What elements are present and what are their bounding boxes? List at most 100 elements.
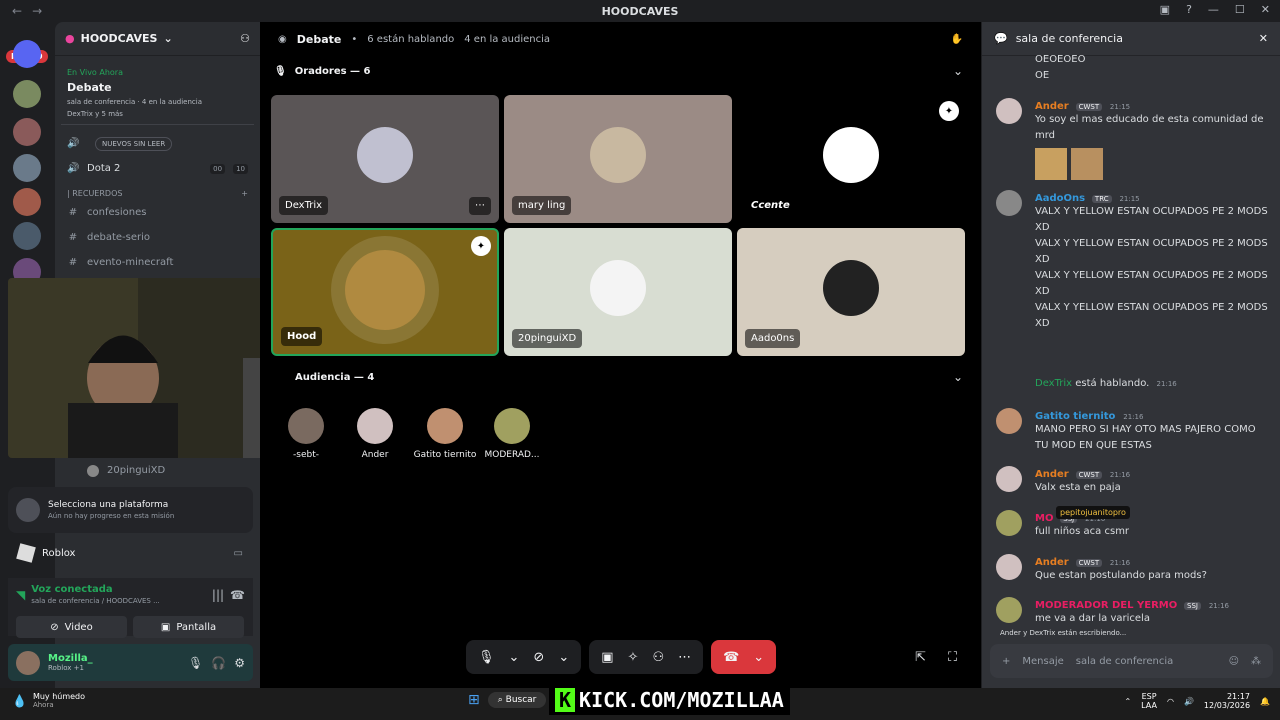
message-author[interactable]: AadoOns [1035,193,1085,204]
server-icon[interactable] [13,40,41,68]
user-popup[interactable]: pepitojuanitopro [1056,506,1130,519]
add-member-icon[interactable]: ⚇ [240,32,250,45]
unread-pill[interactable]: NUEVOS SIN LEER [95,136,173,151]
avatar[interactable] [996,554,1022,580]
headphones-icon[interactable]: 🎧 [211,656,226,670]
live-stage-card[interactable]: En Vivo Ahora Debate sala de conferencia… [61,62,254,125]
inbox-icon[interactable]: ▣ [1160,3,1170,16]
audience-header[interactable]: Audiencia — 4 [295,372,374,383]
speaker-tile[interactable]: Aado0ns [737,228,965,356]
chevron-down-icon[interactable]: ⌄ [509,650,520,665]
audience-member[interactable]: Ander [345,408,405,460]
camera-off-icon[interactable]: ⊘ [533,650,544,665]
message-author[interactable]: Gatito tiernito [1035,411,1115,422]
system-user[interactable]: DexTrix [1035,378,1072,389]
invite-icon[interactable]: ⚇ [652,650,664,665]
avatar[interactable] [996,466,1022,492]
message-author[interactable]: MODERADOR DEL YERMO [1035,600,1177,611]
notification-icon[interactable]: 🔔 [1260,697,1270,706]
volume-icon[interactable]: 🔊 [1184,697,1194,706]
activity-icon[interactable]: ✧ [628,650,639,665]
windows-start-icon[interactable]: ⊞ [468,692,480,708]
raise-hand-icon[interactable]: ✋ [951,34,963,45]
more-icon[interactable]: ⋯ [678,650,691,665]
screen-share-icon[interactable]: ▭ [234,548,243,559]
speakers-header[interactable]: 🎙 Oradores — 6 [274,66,371,77]
chevron-up-icon[interactable]: ⌃ [1124,697,1131,706]
chevron-down-icon[interactable]: ⌄ [558,650,569,665]
avatar[interactable] [996,597,1022,623]
server-icon[interactable] [13,222,41,250]
clock[interactable]: 21:17 12/03/2026 [1204,692,1250,710]
audience-member[interactable]: Gatito tiernito [410,408,480,460]
attachment-image[interactable] [1071,148,1103,180]
close-icon[interactable]: ✕ [1259,32,1268,45]
back-arrow-icon[interactable]: ← [12,4,22,18]
apps-icon[interactable]: ⁂ [1251,656,1261,667]
video-button[interactable]: ⊘ Video [16,616,127,638]
avatar[interactable] [16,650,40,675]
search-box[interactable]: ⌕ Buscar [487,692,547,708]
language-indicator[interactable]: ESP LAA [1141,692,1157,710]
screen-button[interactable]: ▣ Pantalla [133,616,244,638]
mic-icon[interactable]: 🎙 [478,650,495,665]
forward-arrow-icon[interactable]: → [32,4,42,18]
message-author[interactable]: Ander [1035,101,1069,112]
more-options-icon[interactable]: ⋯ [469,197,491,215]
server-icon[interactable] [13,118,41,146]
hangup-button[interactable]: ☎ ⌄ [711,640,777,674]
category-header[interactable]: | RECUERDOS + [55,181,260,200]
speaker-tile[interactable]: DexTrix ⋯ [271,95,499,223]
message-input[interactable]: + Mensaje sala de conferencia ☺ ⁂ [990,644,1273,678]
avatar[interactable] [996,190,1022,216]
disconnect-icon[interactable]: ☎ [230,588,245,602]
screen-share-icon[interactable]: ▣ [601,650,613,665]
roblox-activity[interactable]: Roblox ▭ [8,538,253,568]
voice-channel[interactable]: 🔊 Dota 2 00 10 [55,156,260,181]
attachment-image[interactable] [1035,148,1067,180]
help-icon[interactable]: ? [1186,3,1192,16]
server-icon[interactable] [13,154,41,182]
avatar[interactable] [996,98,1022,124]
gear-icon[interactable]: ⚙ [234,656,245,670]
minimize-icon[interactable]: — [1208,3,1219,16]
platform-card[interactable]: Selecciona una plataforma Aún no hay pro… [8,487,253,533]
speaker-tile[interactable]: mary ling [504,95,732,223]
speaker-tile[interactable]: Hood ✦ [271,228,499,356]
add-attachment-icon[interactable]: + [1002,656,1010,667]
voice-member[interactable]: 20pinguiXD [75,458,177,483]
speaker-tile[interactable]: Ccente ✦ [737,95,965,223]
close-window-icon[interactable]: ✕ [1261,3,1270,16]
roblox-label: Roblox [42,547,76,559]
message-author[interactable]: MO [1035,513,1053,524]
text-channel[interactable]: # evento-minecraft [55,250,260,275]
image-attachments[interactable] [1035,148,1271,180]
wifi-icon[interactable]: ◠ [1167,697,1174,706]
voice-channel[interactable]: 🔊 NUEVOS SIN LEER [55,131,260,156]
mic-icon[interactable]: 🎙 [188,656,203,670]
message-author[interactable]: Ander [1035,469,1069,480]
server-icon[interactable] [13,188,41,216]
server-header[interactable]: ● HOODCAVES ⌄ ⚇ [55,22,260,56]
message-author[interactable]: Ander [1035,557,1069,568]
chevron-down-icon[interactable]: ⌄ [953,370,963,384]
avatar[interactable] [996,408,1022,434]
maximize-icon[interactable]: ☐ [1235,3,1245,16]
text-channel[interactable]: # debate-serio [55,225,260,250]
popout-icon[interactable]: ⇱ [915,650,926,665]
text-channel[interactable]: # confesiones [55,200,260,225]
add-channel-icon[interactable]: + [241,189,248,198]
audience-member[interactable]: MODERAD... [482,408,542,460]
weather-widget[interactable]: 💧 Muy húmedo Ahora [12,692,85,709]
emoji-icon[interactable]: ☺ [1229,656,1239,667]
avatar[interactable] [996,510,1022,536]
stage-name: Debate [296,32,342,46]
audience-member[interactable]: -sebt- [276,408,336,460]
soundboard-icon[interactable]: ||| [212,588,224,602]
system-tray: ⌃ ESP LAA ◠ 🔊 21:17 12/03/2026 🔔 [1124,692,1270,710]
system-message: DexTrix está hablando. 21:16 [996,378,1271,389]
server-icon[interactable] [13,80,41,108]
fullscreen-icon[interactable]: ⛶ [948,650,957,665]
chevron-down-icon[interactable]: ⌄ [953,64,963,78]
speaker-tile[interactable]: 20pinguiXD [504,228,732,356]
